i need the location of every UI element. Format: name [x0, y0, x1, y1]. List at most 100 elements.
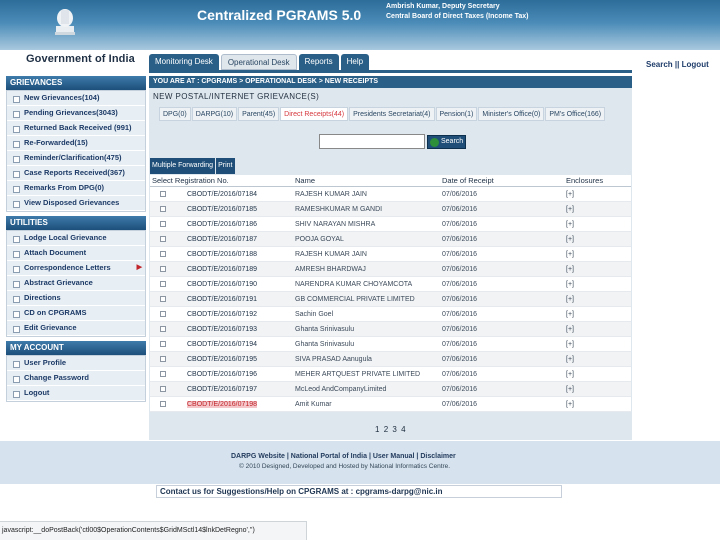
sidebar-item-lodge-local[interactable]: Lodge Local Grievance — [7, 231, 145, 246]
site-header: Centralized PGRAMS 5.0 Ambrish Kumar, De… — [0, 0, 720, 50]
enclosure-link[interactable]: [+] — [562, 397, 622, 411]
page-4[interactable]: 4 — [401, 425, 405, 434]
enclosure-link[interactable]: [+] — [562, 337, 622, 351]
sidebar-item-attach-document[interactable]: Attach Document — [7, 246, 145, 261]
registration-link[interactable]: CBODT/E/2016/07192 — [160, 307, 291, 321]
table-header: Select Registration No. Name Date of Rec… — [150, 175, 631, 187]
row-checkbox-cell — [150, 352, 166, 366]
sidebar-item-reminder[interactable]: Reminder/Clarification(475) — [7, 151, 145, 166]
tab-reports[interactable]: Reports — [298, 54, 339, 70]
subtab-pension[interactable]: Pension(1) — [435, 107, 478, 121]
enclosure-link[interactable]: [+] — [562, 382, 622, 396]
subtab-direct-receipts[interactable]: Direct Receipts(44) — [280, 107, 349, 121]
subtab-darpg[interactable]: DARPG(10) — [191, 107, 238, 121]
row-checkbox[interactable] — [160, 251, 166, 257]
subtab-presidents-secretariat[interactable]: Presidents Secretariat(4) — [349, 107, 435, 121]
subtab-pms-office[interactable]: PM's Office(166) — [545, 107, 606, 121]
registration-link[interactable]: CBODT/E/2016/07197 — [160, 382, 291, 396]
sidebar-item-re-forwarded[interactable]: Re-Forwarded(15) — [7, 136, 145, 151]
subtab-parent[interactable]: Parent(45) — [238, 107, 280, 121]
search-input[interactable] — [319, 134, 425, 149]
subtab-dpg[interactable]: DPG(0) — [159, 107, 191, 121]
row-checkbox[interactable] — [160, 221, 166, 227]
row-checkbox[interactable] — [160, 326, 166, 332]
tab-help[interactable]: Help — [340, 54, 370, 70]
page-2[interactable]: 2 — [384, 425, 388, 434]
sidebar-item-directions[interactable]: Directions — [7, 291, 145, 306]
subtab-ministers-office[interactable]: Minister's Office(0) — [478, 107, 545, 121]
enclosure-link[interactable]: [+] — [562, 202, 622, 216]
registration-link[interactable]: CBODT/E/2016/07191 — [160, 292, 291, 306]
print-button[interactable]: Print — [216, 158, 235, 174]
registration-link[interactable]: CBODT/E/2016/07188 — [160, 247, 291, 261]
sidebar-item-pending-grievances[interactable]: Pending Grievances(3043) — [7, 106, 145, 121]
row-checkbox[interactable] — [160, 311, 166, 317]
search-button[interactable]: Search — [427, 135, 467, 149]
row-checkbox[interactable] — [160, 191, 166, 197]
sidebar-item-change-password[interactable]: Change Password — [7, 371, 145, 386]
row-date: 07/06/2016 — [442, 296, 478, 303]
sidebar-item-new-grievances[interactable]: New Grievances(104) — [7, 91, 145, 106]
table-row: CBODT/E/2016/07189 AMRESH BHARDWAJ 07/06/2… — [150, 262, 631, 277]
tab-operational-desk[interactable]: Operational Desk — [220, 54, 297, 70]
row-date: 07/06/2016 — [442, 326, 478, 333]
row-checkbox[interactable] — [160, 356, 166, 362]
search-link[interactable]: Search — [646, 60, 673, 69]
row-checkbox[interactable] — [160, 296, 166, 302]
registration-link[interactable]: CBODT/E/2016/07194 — [160, 337, 291, 351]
multiple-forwarding-button[interactable]: Multiple Forwarding — [150, 158, 216, 174]
sidebar-item-edit-grievance[interactable]: Edit Grievance — [7, 321, 145, 336]
footer-links[interactable]: DARPG Website | National Portal of India… — [231, 453, 456, 460]
row-checkbox[interactable] — [160, 281, 166, 287]
enclosure-link[interactable]: [+] — [562, 367, 622, 381]
row-date: 07/06/2016 — [442, 206, 478, 213]
row-name: Sachin Goel — [295, 311, 334, 318]
sidebar-item-returned-back[interactable]: Returned Back Received (991) — [7, 121, 145, 136]
row-name: RAJESH KUMAR JAIN — [295, 251, 367, 258]
row-checkbox[interactable] — [160, 371, 166, 377]
row-name: SIVA PRASAD Aanugula — [295, 356, 372, 363]
officer-name: Ambrish Kumar, Deputy Secretary — [386, 3, 500, 10]
sidebar-item-case-reports[interactable]: Case Reports Received(367) — [7, 166, 145, 181]
sidebar-item-cd-cpgrams[interactable]: CD on CPGRAMS — [7, 306, 145, 321]
row-checkbox[interactable] — [160, 341, 166, 347]
registration-link[interactable]: CBODT/E/2016/07185 — [160, 202, 291, 216]
registration-link[interactable]: CBODT/E/2016/07189 — [160, 262, 291, 276]
enclosure-link[interactable]: [+] — [562, 277, 622, 291]
enclosure-link[interactable]: [+] — [562, 232, 622, 246]
enclosure-link[interactable]: [+] — [562, 352, 622, 366]
registration-link[interactable]: CBODT/E/2016/07193 — [160, 322, 291, 336]
enclosure-link[interactable]: [+] — [562, 307, 622, 321]
row-checkbox[interactable] — [160, 266, 166, 272]
sidebar-item-user-profile[interactable]: User Profile — [7, 356, 145, 371]
registration-link[interactable]: CBODT/E/2016/07196 — [160, 367, 291, 381]
registration-link[interactable]: CBODT/E/2016/07190 — [160, 277, 291, 291]
registration-link[interactable]: CBODT/E/2016/07198 — [187, 401, 258, 408]
row-checkbox[interactable] — [160, 386, 166, 392]
registration-link[interactable]: CBODT/E/2016/07184 — [160, 187, 291, 201]
enclosure-link[interactable]: [+] — [562, 247, 622, 261]
enclosure-link[interactable]: [+] — [562, 217, 622, 231]
row-checkbox-cell — [150, 247, 166, 261]
enclosure-link[interactable]: [+] — [562, 187, 622, 201]
logout-link[interactable]: Logout — [682, 60, 709, 69]
sidebar-item-abstract[interactable]: Abstract Grievance — [7, 276, 145, 291]
row-date: 07/06/2016 — [442, 341, 478, 348]
registration-link[interactable]: CBODT/E/2016/07186 — [160, 217, 291, 231]
page-1[interactable]: 1 — [375, 425, 379, 434]
enclosure-link[interactable]: [+] — [562, 322, 622, 336]
enclosure-link[interactable]: [+] — [562, 262, 622, 276]
sidebar-item-view-disposed[interactable]: View Disposed Grievances — [7, 196, 145, 211]
registration-link[interactable]: CBODT/E/2016/07195 — [160, 352, 291, 366]
row-checkbox[interactable] — [160, 236, 166, 242]
row-name: GB COMMERCIAL PRIVATE LIMITED — [295, 296, 415, 303]
sidebar-item-correspondence[interactable]: Correspondence Letters ▶ — [7, 261, 145, 276]
sidebar-item-remarks-dpg[interactable]: Remarks From DPG(0) — [7, 181, 145, 196]
page-3[interactable]: 3 — [392, 425, 396, 434]
tab-monitoring-desk[interactable]: Monitoring Desk — [149, 54, 219, 70]
row-checkbox[interactable] — [160, 206, 166, 212]
row-checkbox[interactable] — [160, 401, 166, 407]
registration-link[interactable]: CBODT/E/2016/07187 — [160, 232, 291, 246]
enclosure-link[interactable]: [+] — [562, 292, 622, 306]
sidebar-item-logout[interactable]: Logout — [7, 386, 145, 401]
